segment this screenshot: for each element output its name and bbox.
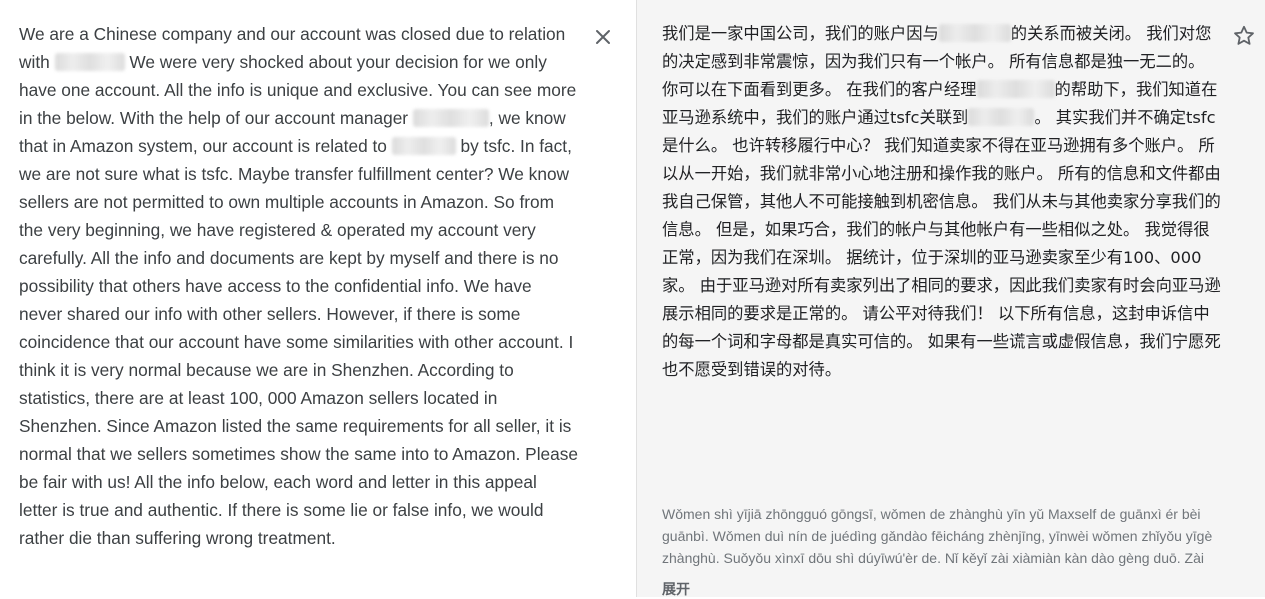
redacted-name [938,24,1011,42]
expand-button[interactable]: 展开 [662,579,690,599]
source-text[interactable]: We are a Chinese company and our account… [19,20,579,552]
redacted-name [391,137,456,155]
source-panel: We are a Chinese company and our account… [0,0,636,597]
pinyin-transliteration: Wǒmen shì yījiā zhōngguó gōngsī, wǒmen d… [662,506,1213,566]
translation-text-part-4: 。 其实我们并不确定tsfc是什么。 也许转移履行中心？ 我们知道卖家不得在亚马… [662,108,1221,379]
translation-panel: 我们是一家中国公司，我们的账户因与 的关系而被关闭。 我们对您的决定感到非常震惊，… [636,0,1265,599]
redacted-name [976,80,1055,98]
redacted-name [412,109,489,127]
translation-text[interactable]: 我们是一家中国公司，我们的账户因与 的关系而被关闭。 我们对您的决定感到非常震惊，… [662,20,1222,384]
translation-text-part-1: 我们是一家中国公司，我们的账户因与 [662,24,939,43]
source-text-part-4: by tsfc. In fact, we are not sure what i… [19,136,579,548]
close-icon[interactable] [591,25,615,49]
redacted-name [968,108,1035,126]
translate-panels: We are a Chinese company and our account… [0,0,1265,599]
redacted-name [54,53,125,71]
star-icon[interactable] [1232,24,1256,48]
